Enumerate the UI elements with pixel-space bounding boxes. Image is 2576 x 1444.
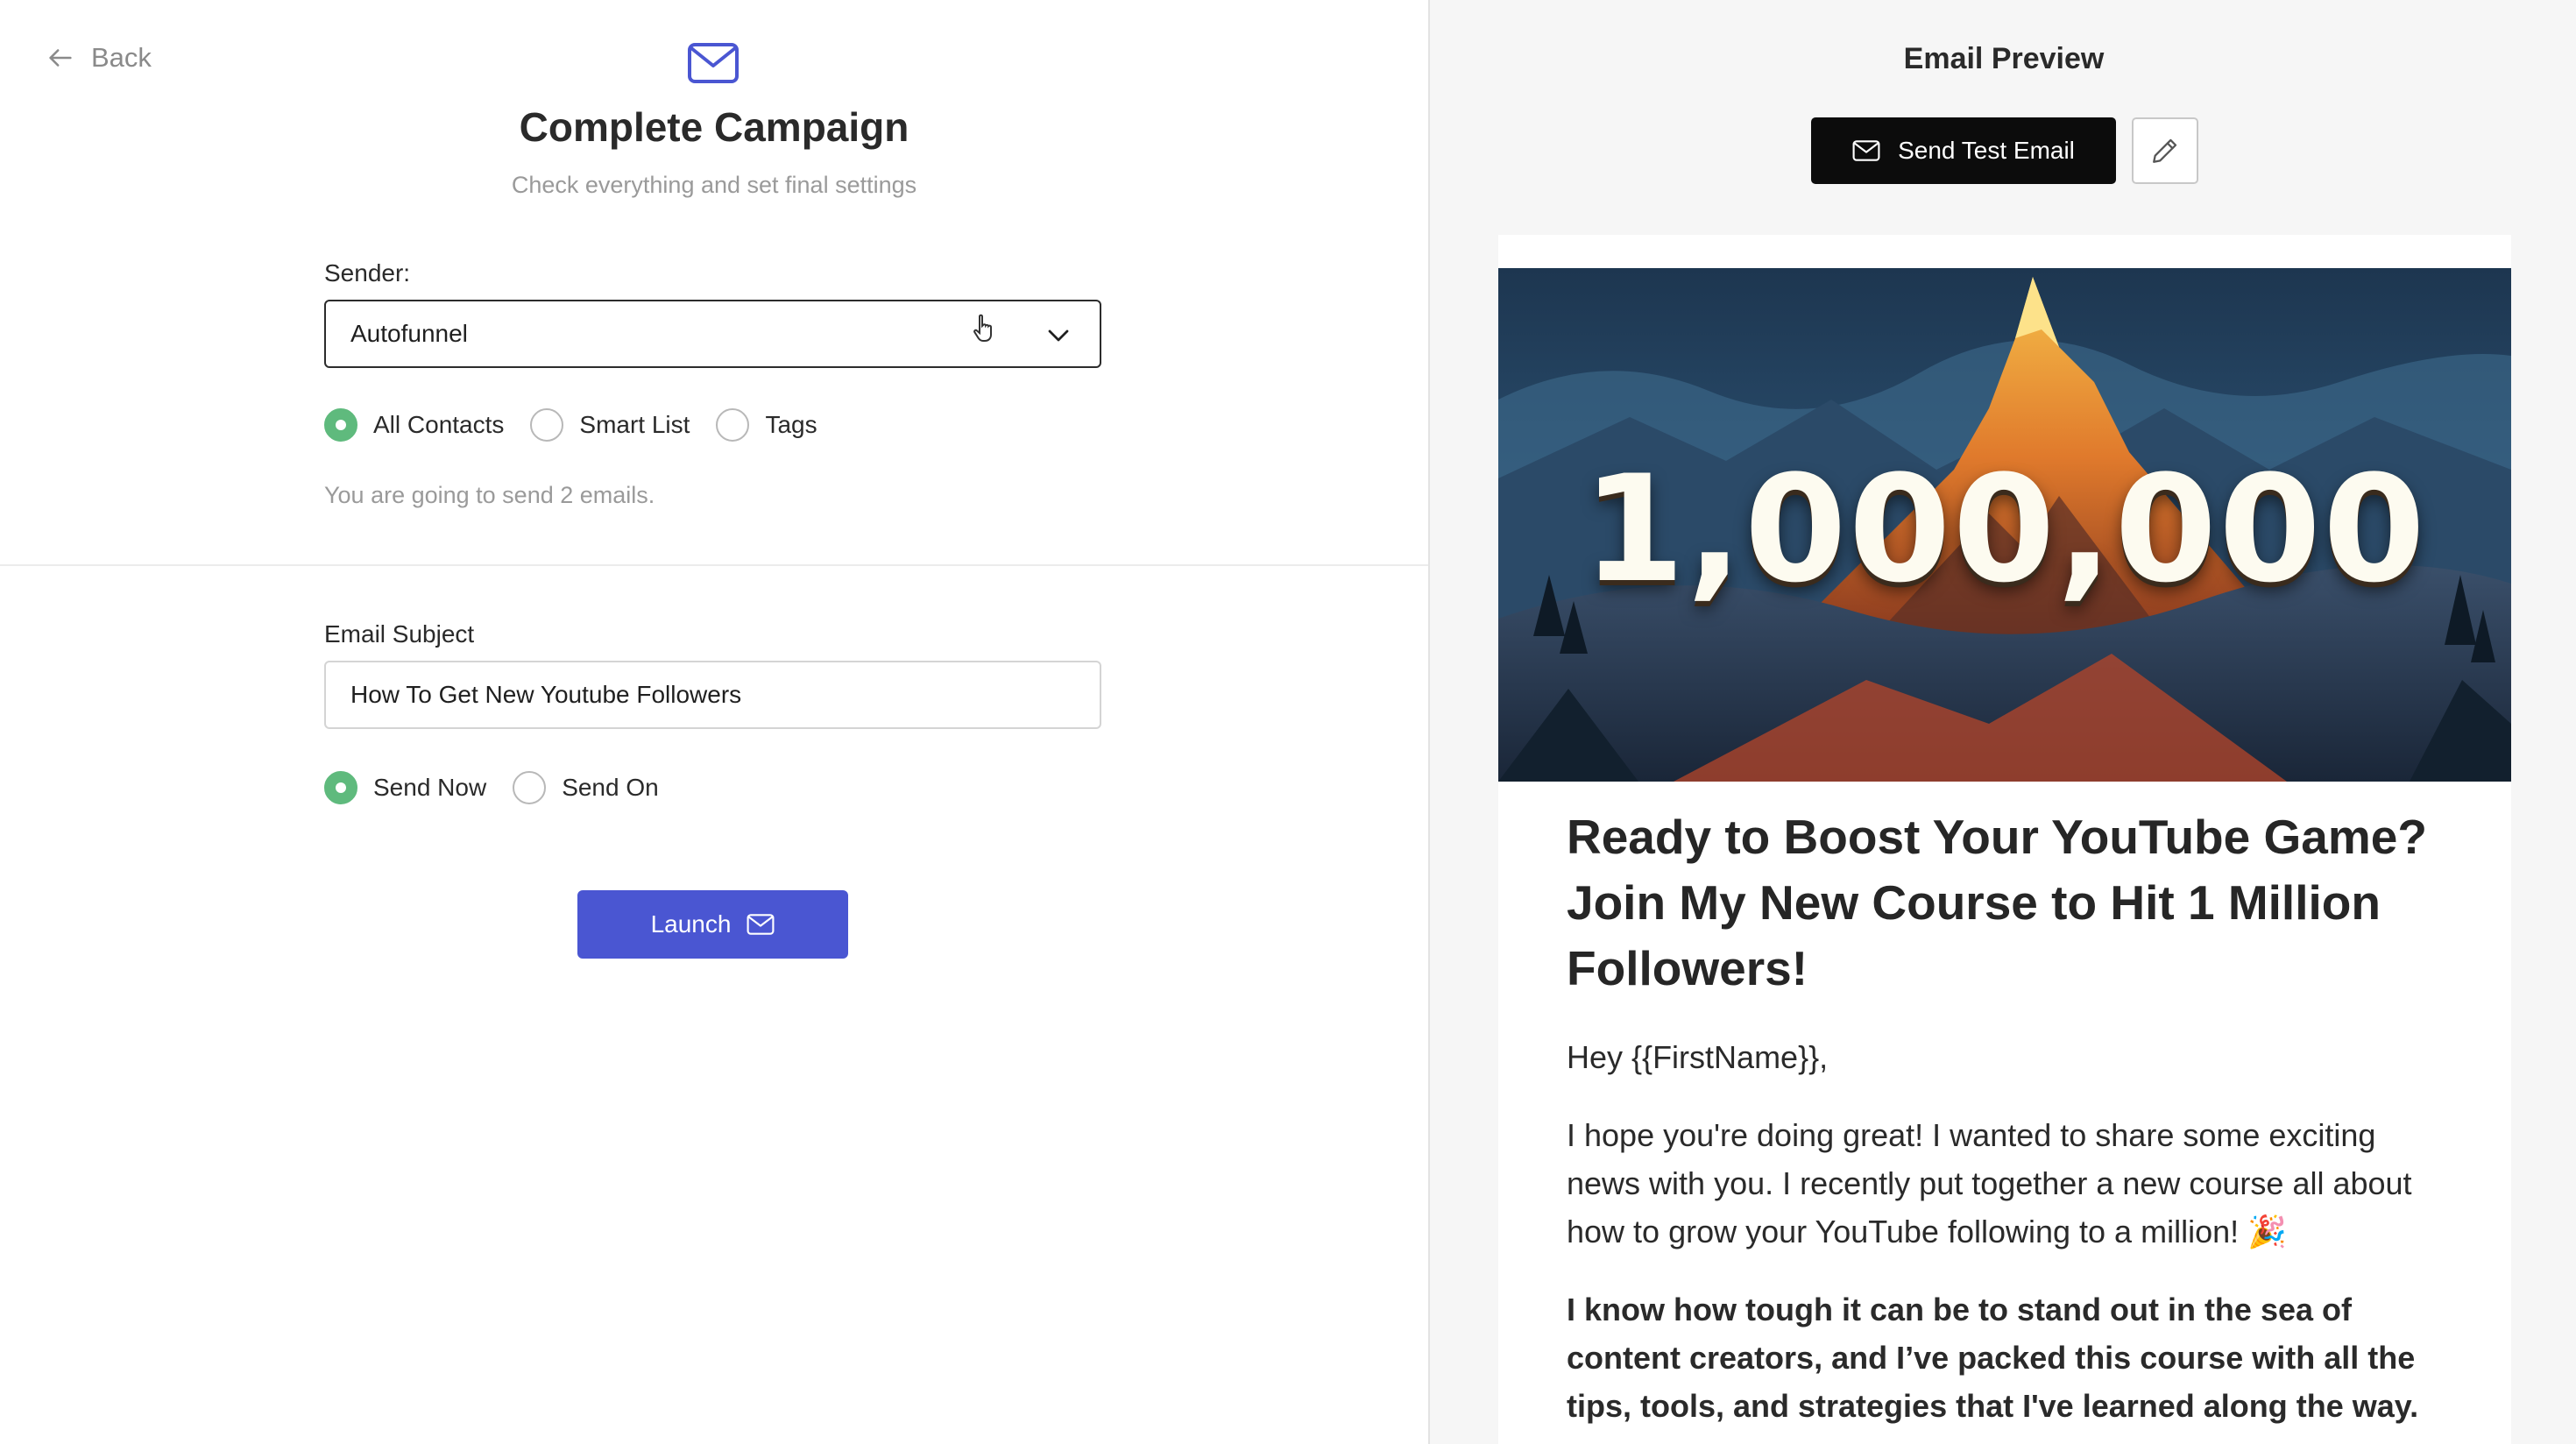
hero-headline: 1,000,000 [1582, 443, 2427, 615]
radio-label: Tags [765, 411, 817, 438]
radio-send-now[interactable]: Send Now [324, 771, 486, 804]
radio-indicator-selected [324, 408, 357, 442]
campaign-settings-panel: Back Complete Campaign Check everything … [0, 0, 1428, 1444]
section-divider [0, 564, 1428, 566]
envelope-icon [1852, 140, 1880, 161]
radio-smart-list[interactable]: Smart List [530, 408, 690, 442]
preview-title: Email Preview [1903, 42, 2105, 75]
radio-label: Smart List [579, 411, 690, 438]
envelope-icon [747, 914, 775, 935]
schedule-radio-group: Send Now Send On [324, 771, 685, 804]
send-test-label: Send Test Email [1898, 137, 2075, 164]
recipient-count-note: You are going to send 2 emails. [324, 482, 655, 508]
email-paragraph-bold: I know how tough it can be to stand out … [1567, 1292, 2419, 1424]
radio-all-contacts[interactable]: All Contacts [324, 408, 504, 442]
edit-email-button[interactable] [2132, 117, 2198, 184]
email-paragraph: I hope you're doing great! I wanted to s… [1567, 1117, 2412, 1249]
send-test-email-button[interactable]: Send Test Email [1811, 117, 2116, 184]
radio-tags[interactable]: Tags [716, 408, 817, 442]
sender-selected-value: Autofunnel [350, 320, 468, 347]
hand-cursor-icon [973, 314, 992, 342]
chevron-down-icon [1048, 329, 1069, 342]
pencil-icon [2153, 138, 2177, 163]
email-body: Ready to Boost Your YouTube Game? Join M… [1567, 804, 2452, 1430]
arrow-left-icon [49, 49, 72, 67]
back-link[interactable]: Back [46, 39, 152, 77]
email-greeting: Hey {{FirstName}}, [1567, 1039, 1829, 1075]
radio-send-on[interactable]: Send On [513, 771, 659, 804]
audience-radio-group: All Contacts Smart List Tags [324, 408, 844, 442]
hero-image: 1,000,000 [1498, 268, 2511, 782]
page-title: Complete Campaign [519, 104, 909, 150]
radio-indicator-selected [324, 771, 357, 804]
email-subject-label: Email Subject [324, 620, 475, 648]
radio-indicator [716, 408, 750, 442]
radio-label: Send Now [373, 774, 487, 801]
app-root: Back Complete Campaign Check everything … [0, 0, 2576, 1444]
envelope-icon [688, 43, 739, 83]
radio-label: Send On [562, 774, 659, 801]
email-heading: Ready to Boost Your YouTube Game? Join M… [1567, 810, 2427, 995]
email-subject-input[interactable] [324, 661, 1101, 729]
radio-label: All Contacts [373, 411, 505, 438]
page-subtitle: Check everything and set final settings [511, 172, 917, 198]
back-label: Back [91, 42, 152, 73]
email-preview-card: 1,000,000 Ready to Boost Your YouTube Ga… [1498, 235, 2511, 1444]
sender-label: Sender: [324, 259, 411, 287]
email-preview-panel: Email Preview Send Test Email 1,000,000 … [1428, 0, 2576, 1444]
launch-button[interactable]: Launch [577, 890, 848, 959]
launch-label: Launch [650, 910, 732, 938]
radio-indicator [530, 408, 564, 442]
radio-indicator [513, 771, 547, 804]
